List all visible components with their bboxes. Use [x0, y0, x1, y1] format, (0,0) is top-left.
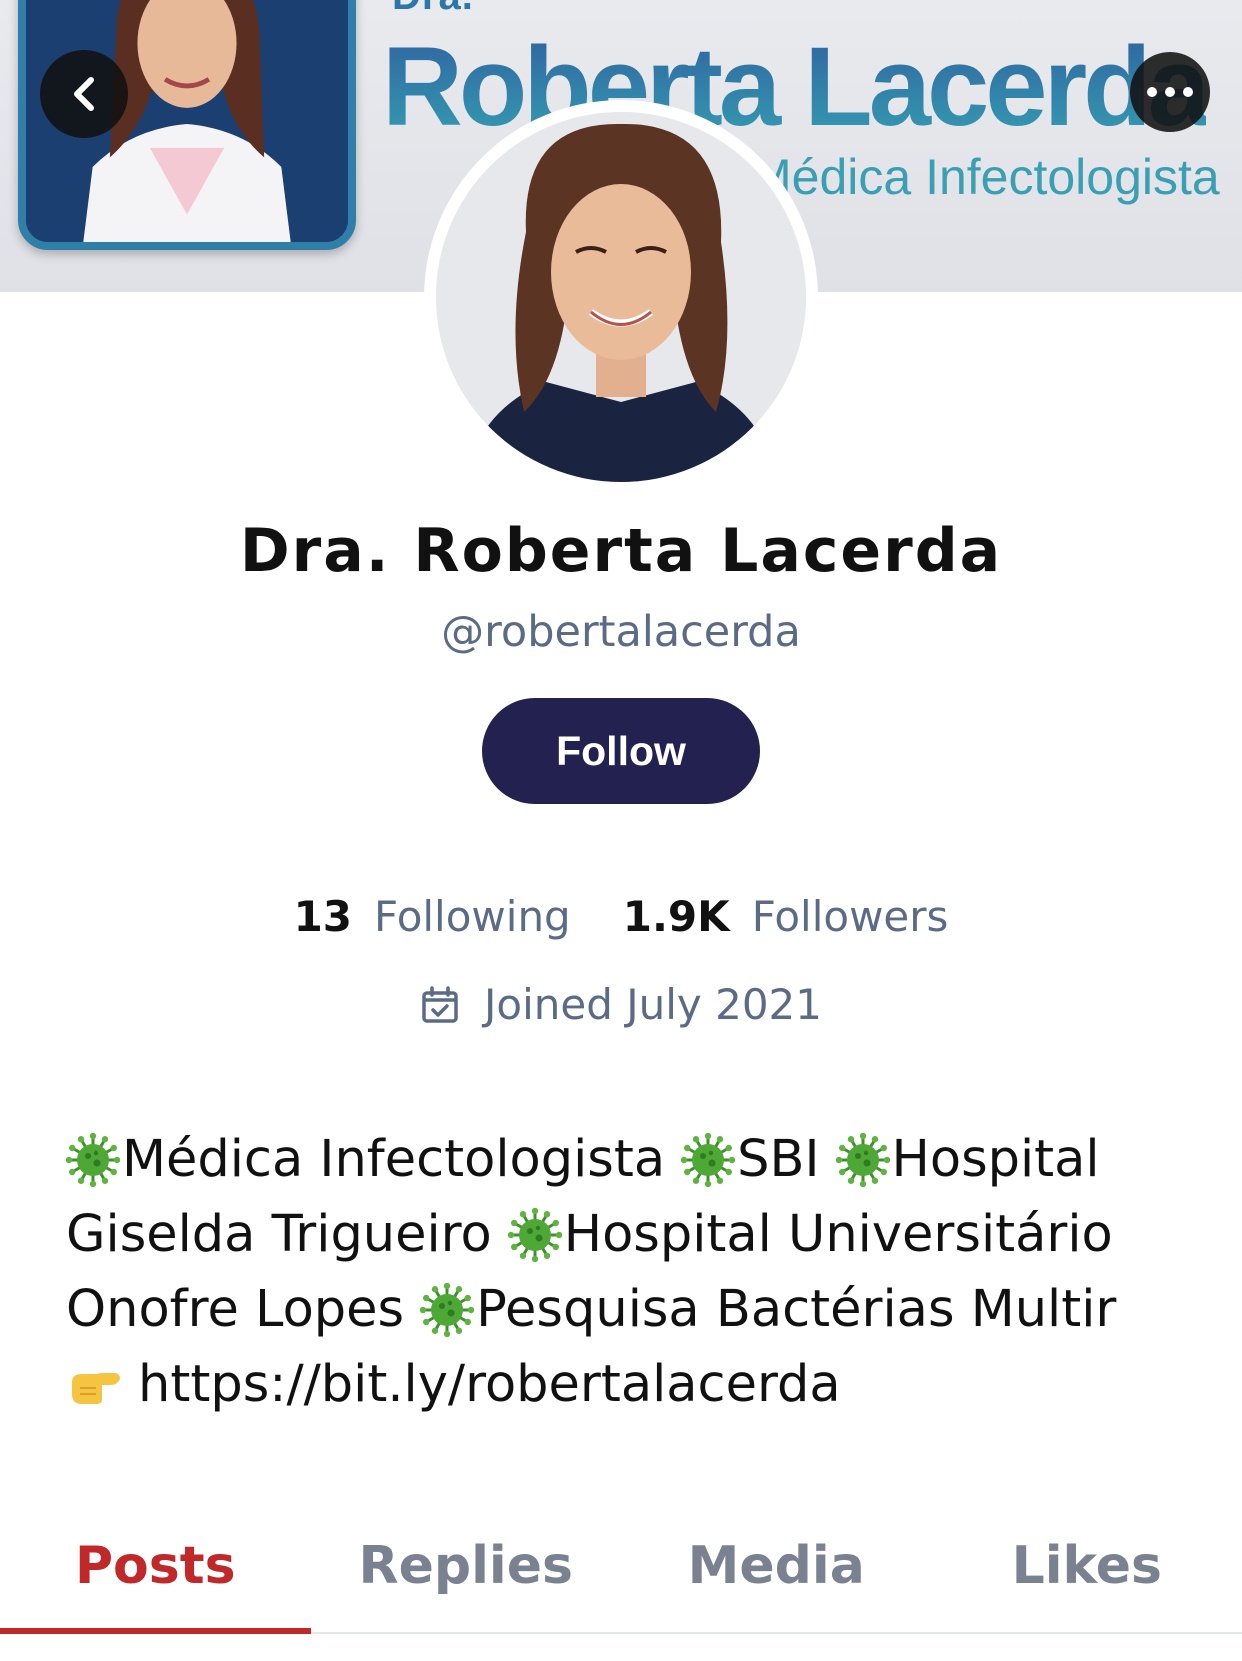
profile-stats: 13 Following 1.9K Followers [0, 892, 1242, 941]
tab-replies[interactable]: Replies [311, 1500, 622, 1632]
joined-text: Joined July 2021 [484, 980, 822, 1029]
virus-emoji-icon [681, 1132, 736, 1187]
bio-segment: Pesquisa Bactérias Multir [476, 1280, 1117, 1339]
more-options-button[interactable] [1130, 52, 1210, 132]
bio-segment: SBI [737, 1130, 820, 1189]
tab-posts[interactable]: Posts [0, 1500, 311, 1634]
profile-display-name: Dra. Roberta Lacerda [239, 516, 1003, 586]
following-count: 13 [293, 892, 353, 941]
banner-pre-title: Dra. [392, 0, 474, 19]
profile-tabs: Posts Replies Media Likes [0, 1500, 1242, 1634]
chevron-left-icon [74, 77, 94, 111]
bio-segment: Hospital Universitário [563, 1205, 1113, 1264]
pointing-hand-emoji-icon [66, 1360, 126, 1410]
following-stat[interactable]: 13 Following [294, 892, 571, 941]
bio-line: Médica Infectologista SBI Hospital [66, 1122, 1206, 1197]
virus-emoji-icon [420, 1282, 475, 1337]
bio-link[interactable]: https://bit.ly/robertalacerda [138, 1347, 841, 1422]
bio-line: Giselda Trigueiro Hospital Universitário [66, 1197, 1206, 1272]
bio-segment: Onofre Lopes [66, 1280, 405, 1339]
tab-likes[interactable]: Likes [932, 1500, 1242, 1632]
virus-emoji-icon [835, 1132, 890, 1187]
profile-handle: @robertalacerda [441, 607, 801, 657]
banner-name: Roberta Lacerda [382, 24, 1210, 149]
profile-bio: Médica Infectologista SBI Hospital Gisel… [66, 1122, 1206, 1422]
bio-line: https://bit.ly/robertalacerda [66, 1347, 1206, 1422]
virus-emoji-icon [66, 1132, 120, 1187]
bio-segment: Giselda Trigueiro [66, 1205, 492, 1264]
followers-stat[interactable]: 1.9K Followers [623, 892, 949, 941]
tab-media[interactable]: Media [621, 1500, 932, 1632]
bio-segment: Hospital [891, 1130, 1100, 1189]
bio-segment: Médica Infectologista [122, 1130, 666, 1189]
followers-count: 1.9K [622, 892, 730, 941]
bio-line: Onofre Lopes Pesquisa Bactérias Multir [66, 1272, 1206, 1347]
back-button[interactable] [40, 50, 128, 138]
followers-label: Followers [751, 892, 949, 941]
avatar-image [436, 112, 806, 482]
joined-date: Joined July 2021 [0, 980, 1242, 1029]
profile-avatar[interactable] [424, 100, 818, 494]
virus-emoji-icon [507, 1207, 562, 1262]
banner-subtitle: Médica Infectologista [750, 149, 1220, 205]
follow-button[interactable]: Follow [482, 698, 760, 804]
following-label: Following [374, 892, 571, 941]
more-horizontal-icon [1147, 87, 1193, 97]
calendar-icon [422, 985, 458, 1023]
